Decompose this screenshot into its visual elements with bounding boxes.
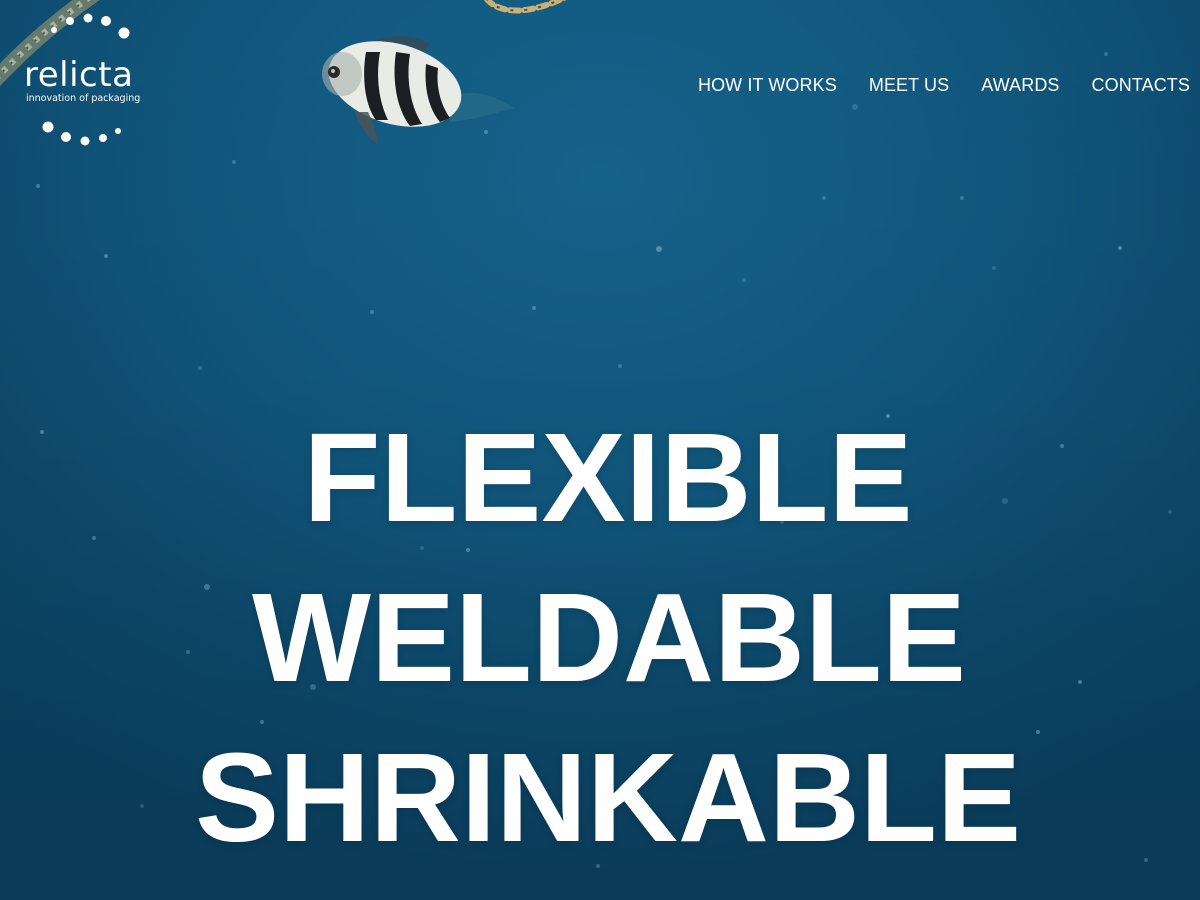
hero-headline: FLEXIBLE WELDABLE SHRINKABLE — [0, 398, 1200, 878]
logo-wordmark: relicta — [24, 55, 134, 95]
headline-line-flexible: FLEXIBLE — [303, 407, 913, 548]
nav-how-it-works-link[interactable]: HOW IT WORKS — [698, 74, 837, 96]
water-particle — [1118, 246, 1122, 250]
water-particle — [104, 254, 108, 258]
headline-line-weldable: WELDABLE — [252, 567, 966, 708]
main-nav: HOW IT WORKS MEET US AWARDS CONTACTS — [698, 74, 1190, 96]
water-particle — [198, 366, 202, 370]
fish-image — [322, 36, 515, 144]
water-particle — [532, 306, 536, 310]
nav-contacts-link[interactable]: CONTACTS — [1092, 74, 1190, 96]
water-particle — [370, 310, 374, 314]
relicta-logo[interactable]: relicta innovation of packaging — [14, 10, 174, 155]
water-particle — [656, 246, 662, 252]
water-particle — [742, 278, 746, 282]
water-particle — [992, 266, 996, 270]
water-particle — [822, 196, 826, 200]
headline-line-shrinkable: SHRINKABLE — [194, 727, 1021, 868]
nav-awards-link[interactable]: AWARDS — [981, 74, 1059, 96]
water-particle — [36, 184, 40, 188]
water-particle — [960, 196, 964, 200]
water-particle — [1104, 52, 1108, 56]
water-particle — [232, 160, 236, 164]
water-particle — [852, 104, 858, 110]
nav-meet-us-link[interactable]: MEET US — [869, 74, 949, 96]
logo-tagline: innovation of packaging — [26, 93, 141, 104]
water-particle — [618, 364, 622, 368]
